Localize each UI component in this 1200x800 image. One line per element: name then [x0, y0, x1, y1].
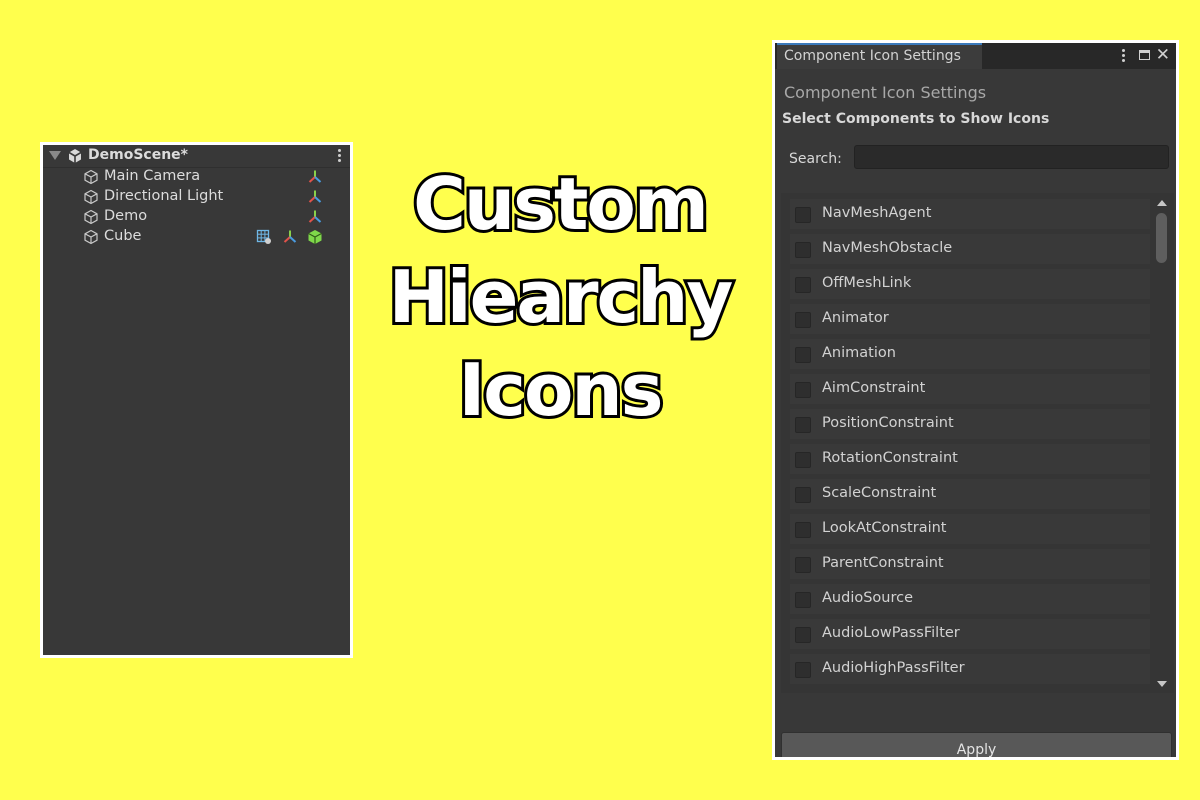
checkbox[interactable]: [795, 277, 811, 293]
hierarchy-item-label: Cube: [104, 228, 142, 244]
checkbox[interactable]: [795, 312, 811, 328]
checkbox[interactable]: [795, 662, 811, 678]
close-icon[interactable]: ✕: [1156, 45, 1170, 65]
hierarchy-item-directional-light[interactable]: Directional Light: [43, 187, 350, 207]
component-list-item[interactable]: AimConstraint: [790, 374, 1150, 404]
checkbox[interactable]: [795, 207, 811, 223]
hierarchy-scene-row[interactable]: DemoScene*: [43, 145, 350, 168]
hierarchy-item-cube[interactable]: Cube: [43, 227, 350, 247]
component-label: PositionConstraint: [822, 415, 954, 431]
title-line: Custom: [410, 159, 712, 249]
hierarchy-item-label: Main Camera: [104, 168, 201, 184]
component-label: ScaleConstraint: [822, 485, 937, 501]
gameobject-cube-icon: [84, 189, 98, 205]
component-list-item[interactable]: NavMeshObstacle: [790, 234, 1150, 264]
checkbox[interactable]: [795, 452, 811, 468]
component-list-item[interactable]: PositionConstraint: [790, 409, 1150, 439]
apply-button[interactable]: Apply: [781, 732, 1172, 757]
component-list-item[interactable]: ScaleConstraint: [790, 479, 1150, 509]
search-label: Search:: [789, 151, 842, 167]
component-label: Animator: [822, 310, 889, 326]
checkbox[interactable]: [795, 242, 811, 258]
checkbox[interactable]: [795, 487, 811, 503]
scroll-down-arrow-icon[interactable]: [1157, 681, 1167, 687]
scene-name: DemoScene*: [88, 147, 188, 163]
window-tab-bar: Component Icon Settings ✕: [775, 43, 1176, 69]
gameobject-cube-icon: [84, 229, 98, 245]
hierarchy-item-label: Directional Light: [104, 188, 224, 204]
transform-icon: [283, 230, 297, 243]
hierarchy-panel: DemoScene* Main Camera Directional Light…: [40, 142, 353, 658]
checkbox[interactable]: [795, 417, 811, 433]
scrollbar-thumb[interactable]: [1156, 213, 1167, 263]
component-label: AimConstraint: [822, 380, 926, 396]
window-tab[interactable]: Component Icon Settings: [777, 43, 982, 69]
component-list-item[interactable]: OffMeshLink: [790, 269, 1150, 299]
checkbox[interactable]: [795, 557, 811, 573]
component-label: OffMeshLink: [822, 275, 912, 291]
hierarchy-menu-icon[interactable]: [338, 149, 342, 163]
window-subheading: Select Components to Show Icons: [782, 111, 1050, 127]
component-label: ParentConstraint: [822, 555, 944, 571]
component-list-item[interactable]: AudioLowPassFilter: [790, 619, 1150, 649]
component-list-item[interactable]: Animation: [790, 339, 1150, 369]
promo-title: Custom Hiearchy Icons: [380, 158, 740, 437]
scroll-up-arrow-icon[interactable]: [1157, 200, 1167, 206]
component-label: AudioLowPassFilter: [822, 625, 960, 641]
component-list-item[interactable]: NavMeshAgent: [790, 199, 1150, 229]
hierarchy-item-demo[interactable]: Demo: [43, 207, 350, 227]
checkbox[interactable]: [795, 382, 811, 398]
component-list-item[interactable]: RotationConstraint: [790, 444, 1150, 474]
component-icon-settings-window: Component Icon Settings ✕ Component Icon…: [772, 40, 1179, 760]
component-label: Animation: [822, 345, 896, 361]
window-menu-icon[interactable]: [1122, 49, 1126, 64]
component-label: RotationConstraint: [822, 450, 958, 466]
transform-icon: [308, 190, 322, 203]
search-input[interactable]: [854, 145, 1169, 169]
checkbox[interactable]: [795, 592, 811, 608]
mesh-filter-icon: [256, 229, 271, 244]
checkbox[interactable]: [795, 627, 811, 643]
component-list-item[interactable]: Animator: [790, 304, 1150, 334]
title-line: Icons: [455, 345, 666, 435]
hierarchy-item-label: Demo: [104, 208, 148, 224]
component-list-item[interactable]: ParentConstraint: [790, 549, 1150, 579]
component-list-item[interactable]: AudioSource: [790, 584, 1150, 614]
transform-icon: [308, 210, 322, 223]
window-heading: Component Icon Settings: [784, 83, 987, 102]
checkbox[interactable]: [795, 347, 811, 363]
hierarchy-item-main-camera[interactable]: Main Camera: [43, 167, 350, 187]
gameobject-cube-icon: [84, 169, 98, 185]
component-label: NavMeshObstacle: [822, 240, 953, 256]
component-label: AudioSource: [822, 590, 914, 606]
unity-scene-icon: [68, 149, 82, 163]
component-list-item[interactable]: AudioHighPassFilter: [790, 654, 1150, 684]
gameobject-cube-icon: [84, 209, 98, 225]
transform-icon: [308, 170, 322, 183]
box-collider-icon: [308, 230, 322, 244]
maximize-icon[interactable]: [1139, 50, 1150, 60]
component-label: NavMeshAgent: [822, 205, 932, 221]
title-line: Hiearchy: [386, 252, 737, 342]
checkbox[interactable]: [795, 522, 811, 538]
component-list: [781, 193, 1174, 693]
component-label: AudioHighPassFilter: [822, 660, 965, 676]
foldout-arrow-icon[interactable]: [49, 151, 61, 160]
component-label: LookAtConstraint: [822, 520, 947, 536]
component-list-item[interactable]: LookAtConstraint: [790, 514, 1150, 544]
